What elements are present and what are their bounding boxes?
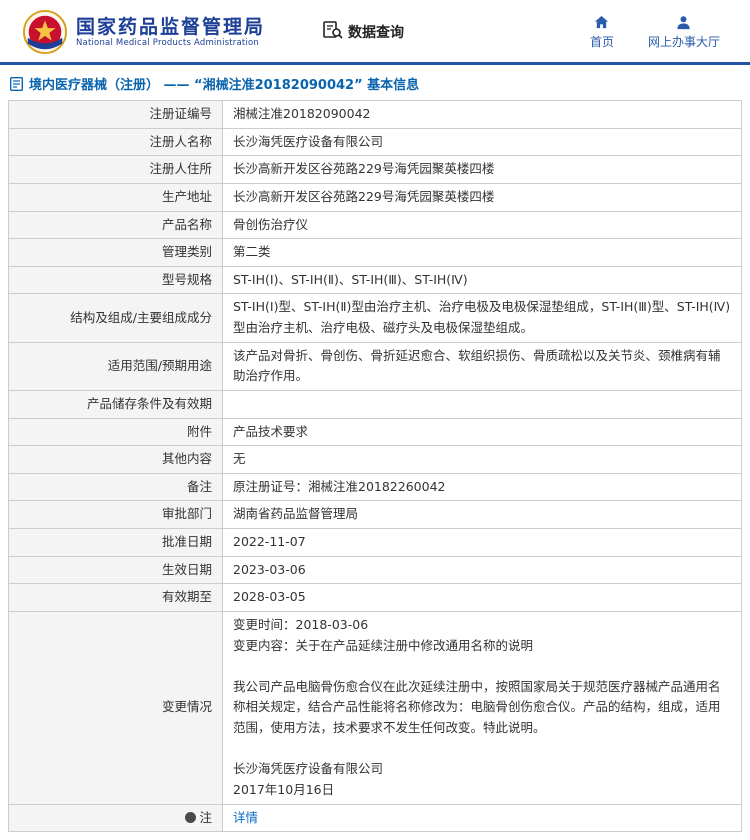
row-label: 注册人名称 [9, 128, 223, 156]
table-row: 有效期至2028-03-05 [9, 584, 742, 612]
table-row: 结构及组成/主要组成成分ST-IH(Ⅰ)型、ST-IH(Ⅱ)型由治疗主机、治疗电… [9, 294, 742, 342]
row-label: 审批部门 [9, 501, 223, 529]
row-label: 批准日期 [9, 529, 223, 557]
note-value: 详情 [223, 804, 742, 832]
document-icon [10, 77, 23, 91]
row-label: 结构及组成/主要组成成分 [9, 294, 223, 342]
row-label: 其他内容 [9, 446, 223, 474]
row-value: 无 [223, 446, 742, 474]
nav-service-hall-label: 网上办事大厅 [648, 33, 720, 50]
row-label: 生效日期 [9, 556, 223, 584]
table-row: 注册证编号湘械注准20182090042 [9, 101, 742, 129]
page: 国家药品监督管理局 National Medical Products Admi… [0, 0, 750, 832]
table-row: 生效日期2023-03-06 [9, 556, 742, 584]
row-value: 2023-03-06 [223, 556, 742, 584]
table-row: 适用范围/预期用途该产品对骨折、骨创伤、骨折延迟愈合、软组织损伤、骨质疏松以及关… [9, 342, 742, 390]
row-value: 长沙高新开发区谷苑路229号海凭园聚英楼四楼 [223, 183, 742, 211]
table-row: 生产地址长沙高新开发区谷苑路229号海凭园聚英楼四楼 [9, 183, 742, 211]
table-row: 备注原注册证号：湘械注准20182260042 [9, 473, 742, 501]
table-row: 管理类别第二类 [9, 239, 742, 267]
note-label-text: 注 [199, 810, 212, 825]
row-label: 有效期至 [9, 584, 223, 612]
row-value: 2028-03-05 [223, 584, 742, 612]
table-row: 注册人住所长沙高新开发区谷苑路229号海凭园聚英楼四楼 [9, 156, 742, 184]
row-label: 生产地址 [9, 183, 223, 211]
note-detail-link[interactable]: 详情 [233, 810, 258, 825]
page-title: 境内医疗器械（注册） —— “湘械注准20182090042” 基本信息 [0, 65, 750, 100]
main-content: 境内医疗器械（注册） —— “湘械注准20182090042” 基本信息 注册证… [0, 65, 750, 832]
page-title-text: 境内医疗器械（注册） —— “湘械注准20182090042” 基本信息 [29, 74, 419, 93]
row-value [223, 390, 742, 418]
row-value: ST-IH(Ⅰ)、ST-IH(Ⅱ)、ST-IH(Ⅲ)、ST-IH(Ⅳ) [223, 266, 742, 294]
row-label: 型号规格 [9, 266, 223, 294]
row-label: 适用范围/预期用途 [9, 342, 223, 390]
header-left: 国家药品监督管理局 National Medical Products Admi… [22, 9, 404, 55]
row-value: 原注册证号：湘械注准20182260042 [223, 473, 742, 501]
row-value: 湘械注准20182090042 [223, 101, 742, 129]
table-row: 变更情况变更时间：2018-03-06 变更内容：关于在产品延续注册中修改通用名… [9, 611, 742, 804]
note-row: 注 详情 [9, 804, 742, 832]
table-row: 产品储存条件及有效期 [9, 390, 742, 418]
data-query-link[interactable]: 数据查询 [323, 21, 404, 43]
table-row: 批准日期2022-11-07 [9, 529, 742, 557]
row-value: 骨创伤治疗仪 [223, 211, 742, 239]
row-value: 2022-11-07 [223, 529, 742, 557]
row-value: 第二类 [223, 239, 742, 267]
table-row: 审批部门湖南省药品监督管理局 [9, 501, 742, 529]
home-icon [594, 15, 609, 30]
row-value: 变更时间：2018-03-06 变更内容：关于在产品延续注册中修改通用名称的说明… [223, 611, 742, 804]
row-label: 附件 [9, 418, 223, 446]
note-label: 注 [9, 804, 223, 832]
site-header: 国家药品监督管理局 National Medical Products Admi… [0, 0, 750, 62]
org-name-cn: 国家药品监督管理局 [76, 16, 265, 39]
nmpa-emblem-logo [22, 9, 68, 55]
row-value: 该产品对骨折、骨创伤、骨折延迟愈合、软组织损伤、骨质疏松以及关节炎、颈椎病有辅助… [223, 342, 742, 390]
org-names: 国家药品监督管理局 National Medical Products Admi… [76, 16, 265, 49]
row-label: 产品名称 [9, 211, 223, 239]
data-query-icon [323, 21, 343, 43]
registration-info-table: 注册证编号湘械注准20182090042注册人名称长沙海凭医疗设备有限公司注册人… [8, 100, 742, 832]
row-value: 湖南省药品监督管理局 [223, 501, 742, 529]
table-row: 产品名称骨创伤治疗仪 [9, 211, 742, 239]
row-value: 产品技术要求 [223, 418, 742, 446]
row-value: 长沙高新开发区谷苑路229号海凭园聚英楼四楼 [223, 156, 742, 184]
row-label: 备注 [9, 473, 223, 501]
org-name-en: National Medical Products Administration [76, 38, 265, 48]
row-label: 注册人住所 [9, 156, 223, 184]
row-label: 产品储存条件及有效期 [9, 390, 223, 418]
row-label: 管理类别 [9, 239, 223, 267]
nav-home-label: 首页 [590, 33, 614, 50]
nav-home[interactable]: 首页 [590, 15, 614, 50]
row-value: ST-IH(Ⅰ)型、ST-IH(Ⅱ)型由治疗主机、治疗电极及电极保湿垫组成，ST… [223, 294, 742, 342]
table-row: 注册人名称长沙海凭医疗设备有限公司 [9, 128, 742, 156]
note-circle-icon [185, 812, 196, 823]
row-label: 注册证编号 [9, 101, 223, 129]
table-row: 型号规格ST-IH(Ⅰ)、ST-IH(Ⅱ)、ST-IH(Ⅲ)、ST-IH(Ⅳ) [9, 266, 742, 294]
nav-service-hall[interactable]: 网上办事大厅 [648, 15, 720, 50]
data-query-label: 数据查询 [348, 22, 404, 42]
row-label: 变更情况 [9, 611, 223, 804]
row-value: 长沙海凭医疗设备有限公司 [223, 128, 742, 156]
person-icon [676, 15, 691, 30]
header-nav: 首页 网上办事大厅 [590, 15, 732, 50]
table-row: 附件产品技术要求 [9, 418, 742, 446]
table-row: 其他内容无 [9, 446, 742, 474]
